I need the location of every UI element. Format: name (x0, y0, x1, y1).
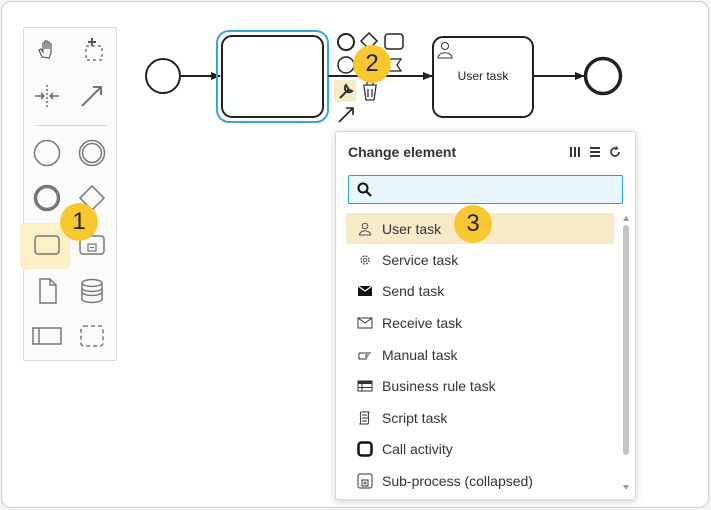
menu-entry-subprocess-collapsed[interactable]: Sub-process (collapsed) (346, 465, 614, 496)
end-event[interactable] (583, 56, 623, 96)
entry-label: Manual task (382, 346, 458, 363)
menu-scrollbar[interactable] (622, 215, 630, 491)
entry-label: Receive task (382, 314, 463, 331)
gear-icon (360, 254, 370, 265)
envelope-icon (357, 317, 373, 328)
start-event[interactable] (145, 58, 181, 94)
app-frame: 1 User task 2 Change element User task S… (1, 1, 709, 508)
entry-label: Script task (382, 409, 448, 426)
callout-one: 1 (60, 203, 98, 241)
table-icon (357, 380, 373, 391)
menu-entry-send-task[interactable]: Send task (346, 275, 614, 306)
search-field (348, 175, 623, 204)
user-task-label: User task (457, 69, 509, 83)
menu-entry-manual-task[interactable]: Manual task (346, 339, 614, 370)
menu-entry-service-task[interactable]: Service task (346, 244, 614, 275)
envelope-filled-icon (357, 285, 373, 296)
selected-task[interactable] (221, 35, 324, 118)
column-bars-icon[interactable] (569, 146, 581, 158)
append-end-event-icon[interactable] (337, 33, 355, 51)
menu-lines-icon[interactable] (589, 146, 601, 158)
append-intermediate-event-icon[interactable] (337, 56, 355, 74)
scroll-thumb[interactable] (623, 225, 629, 455)
trash-icon[interactable] (363, 81, 377, 101)
menu-entry-call-activity[interactable]: Call activity (346, 433, 614, 464)
entry-label: Sub-process (collapsed) (382, 472, 533, 489)
script-icon (359, 411, 370, 424)
entry-label: User task (382, 220, 442, 237)
menu-header-icons (569, 146, 621, 158)
search-input[interactable] (377, 179, 615, 200)
connect-arrow-icon[interactable] (338, 107, 354, 123)
entry-label: Send task (382, 282, 445, 299)
entry-label: Call activity (382, 440, 453, 457)
entry-label: Service task (382, 251, 459, 268)
loop-icon[interactable] (609, 146, 621, 158)
entry-label: Business rule task (382, 377, 496, 394)
subprocess-icon (357, 473, 373, 488)
callout-three: 3 (454, 205, 492, 243)
menu-entry-script-task[interactable]: Script task (346, 402, 614, 433)
bold-rect-icon (357, 440, 373, 457)
user-icon (358, 222, 372, 235)
append-task-icon[interactable] (384, 33, 404, 50)
menu-entry-business-rule-task[interactable]: Business rule task (346, 370, 614, 401)
callout-two: 2 (353, 45, 391, 83)
change-element-menu: Change element User task Service task Se… (335, 131, 636, 500)
menu-entry-receive-task[interactable]: Receive task (346, 307, 614, 338)
menu-title: Change element (348, 144, 457, 160)
hand-icon (358, 352, 371, 359)
search-icon (357, 182, 372, 197)
